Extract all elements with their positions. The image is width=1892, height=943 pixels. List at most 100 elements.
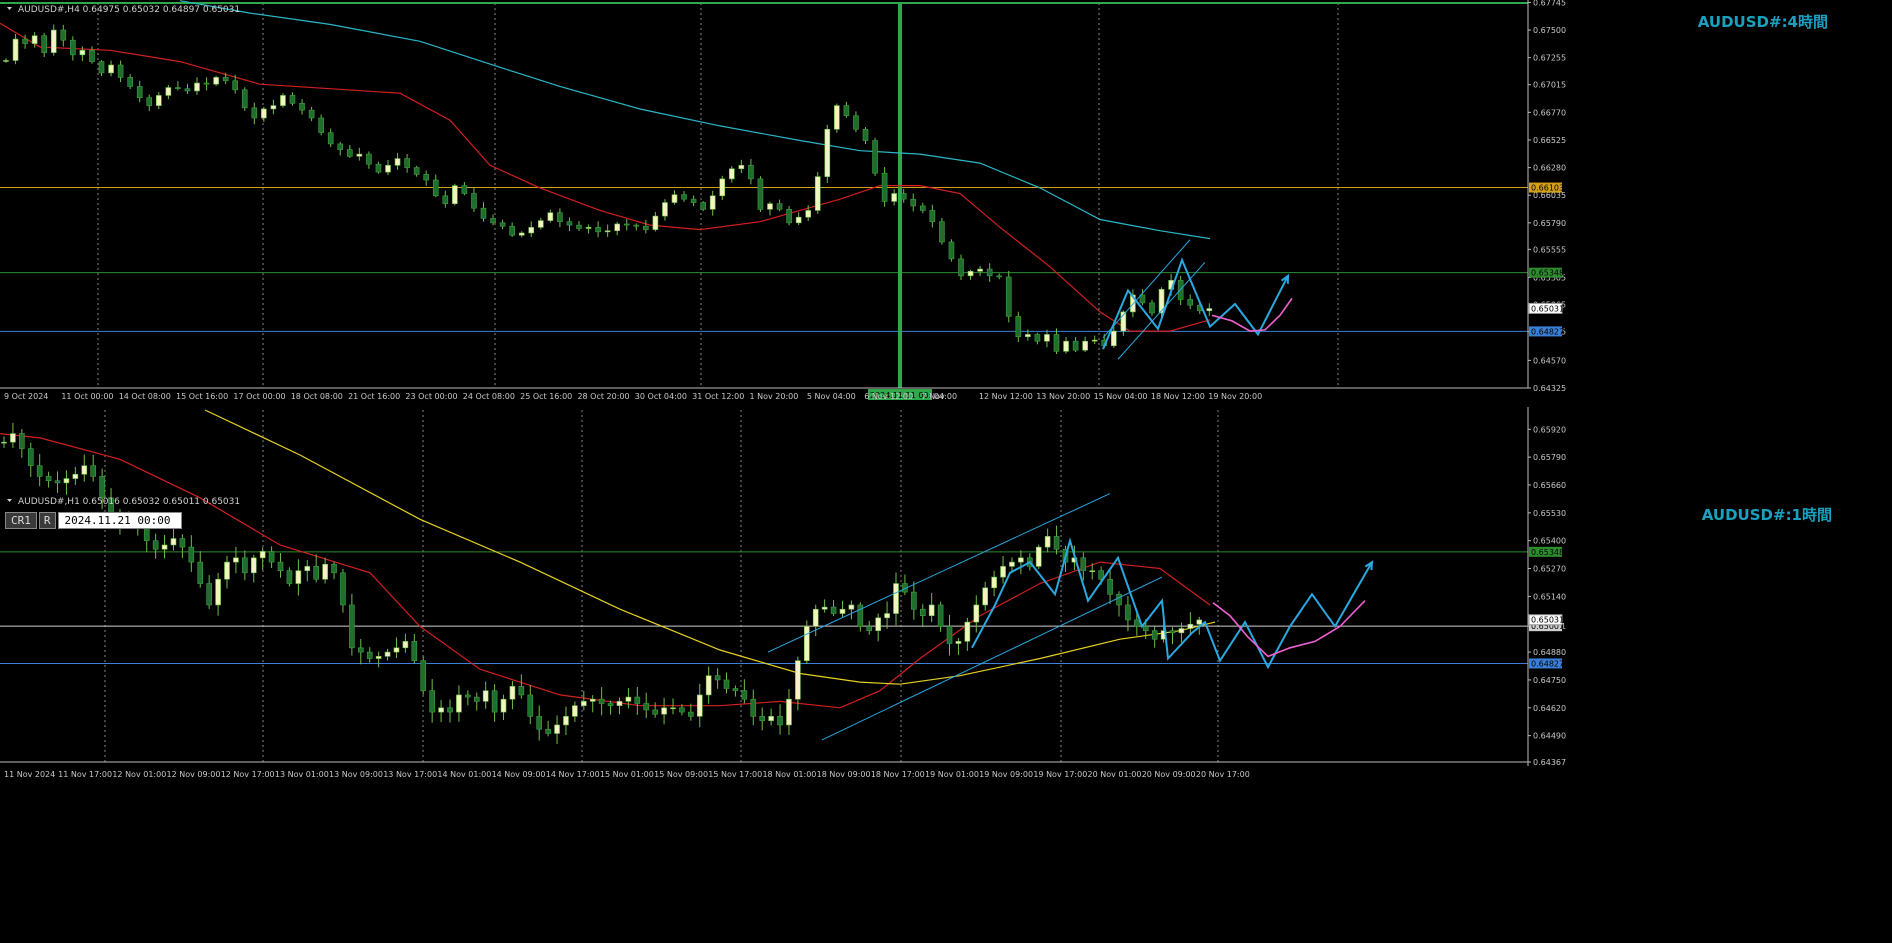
candle-bear — [919, 205, 926, 211]
price-tick-label: 0.67255 — [1533, 54, 1566, 63]
time-tick-label: 19 Nov 17:00 — [1033, 770, 1087, 779]
h1-collapse-icon[interactable] — [7, 499, 12, 502]
candle-bear — [1015, 316, 1022, 338]
candle-bear — [465, 694, 471, 698]
candle-bull — [194, 82, 200, 92]
candle-bear — [473, 696, 480, 702]
candle-bull — [10, 433, 16, 443]
candle-bear — [910, 198, 917, 207]
price-tick-label: 0.64490 — [1533, 732, 1566, 741]
candle-bear — [946, 626, 953, 644]
candle-bear — [843, 105, 850, 117]
h4-time-axis: 9 Oct 2024 11 Oct 00:00 14 Oct 08:00 15 Oct… — [4, 392, 1262, 401]
candle-bull — [165, 87, 172, 96]
candle-bull — [375, 656, 382, 659]
candle-bear — [881, 172, 888, 202]
date-input[interactable]: 2024.11.21 00:00 — [57, 512, 182, 529]
time-tick-label: 6 Nov 12:00 — [864, 392, 913, 401]
candle-bull — [625, 696, 632, 702]
candle-bear — [90, 465, 96, 477]
time-tick-label: 12 Nov 12:00 — [979, 392, 1033, 401]
candle-bear — [299, 103, 305, 111]
candle-bear — [277, 561, 284, 571]
candle-bear — [948, 241, 955, 260]
candle-bear — [89, 50, 95, 62]
candle-bull — [563, 716, 569, 726]
candle-bull — [589, 698, 596, 702]
price-tick-label: 0.65660 — [1533, 481, 1566, 490]
time-tick-label: 19 Nov 09:00 — [979, 770, 1033, 779]
candle-bull — [814, 176, 821, 211]
cr1-button[interactable]: CR1 — [5, 512, 37, 529]
candle-bear — [54, 480, 61, 484]
candle-bull — [991, 576, 997, 589]
price-tick-label: 0.64880 — [1533, 648, 1566, 657]
candle-bull — [1178, 628, 1185, 634]
candle-bull — [977, 268, 983, 272]
time-tick-label: 13 Nov 17:00 — [383, 770, 437, 779]
candle-bear — [776, 203, 783, 210]
candle-bear — [777, 716, 783, 726]
candle-bull — [1000, 566, 1006, 578]
candle-bear — [576, 224, 582, 229]
candle-bear — [357, 647, 364, 653]
price-tick-label: 0.64325 — [1533, 384, 1566, 393]
candle-bull — [3, 60, 9, 62]
candle-bear — [757, 178, 764, 210]
candle-bear — [527, 694, 534, 717]
candle-bear — [1169, 630, 1176, 634]
candle-bear — [1005, 276, 1012, 317]
candle-bear — [1139, 294, 1146, 304]
candle-bull — [79, 50, 86, 56]
candle-bull — [696, 694, 703, 717]
candle-bear — [331, 563, 337, 574]
candle-bull — [1063, 340, 1069, 352]
slow-moving-average — [179, 0, 1211, 240]
candle-bear — [491, 690, 498, 713]
candle-bull — [500, 698, 507, 713]
candle-bull — [224, 561, 230, 580]
price-tick-label: 0.64367 — [1533, 758, 1566, 767]
candle-bear — [1187, 299, 1193, 306]
candle-bull — [170, 538, 177, 546]
price-tick-label: 0.65790 — [1533, 453, 1566, 462]
candle-bull — [875, 617, 881, 631]
candle-bull — [964, 621, 971, 642]
candle-bull — [438, 707, 444, 713]
candle-bull — [1044, 536, 1051, 548]
candle-bull — [719, 178, 726, 197]
time-tick-label: 15 Oct 16:00 — [176, 392, 228, 401]
time-tick-label: 15 Nov 17:00 — [708, 770, 762, 779]
candle-bear — [286, 570, 293, 584]
candle-bear — [143, 527, 150, 541]
candle-bull — [261, 108, 267, 119]
h1-toolbar: CR1 R 2024.11.21 00:00 — [5, 512, 182, 529]
price-tick-label: 0.66525 — [1533, 136, 1566, 145]
time-tick-label: 15 Nov 04:00 — [1094, 392, 1148, 401]
candle-bear — [206, 583, 212, 606]
candle-bull — [1, 441, 7, 444]
candle-bull — [839, 608, 846, 614]
candle-bear — [1142, 626, 1149, 631]
h4-collapse-icon[interactable] — [7, 7, 12, 10]
candle-bear — [723, 679, 730, 689]
candle-bear — [447, 707, 453, 713]
candle-bull — [1187, 623, 1194, 629]
h4-horizontal-lines — [0, 187, 1528, 332]
chart-canvas: 2024.11.11 00:0004:00 0.677450.675000.67… — [0, 0, 1832, 779]
r-button[interactable]: R — [38, 512, 56, 529]
candle-bull — [456, 694, 462, 713]
candle-bull — [705, 675, 712, 696]
candle-bull — [161, 544, 168, 550]
candle-bear — [242, 557, 248, 574]
candle-bear — [1116, 593, 1122, 606]
candle-bear — [45, 476, 52, 481]
fast-moving-average — [0, 22, 1211, 332]
time-tick-label: 21 Oct 16:00 — [348, 392, 400, 401]
candle-bear — [152, 540, 159, 550]
time-tick-label: 11 Nov 17:00 — [58, 770, 112, 779]
candle-bear — [750, 698, 757, 717]
time-tick-label: 18 Nov 12:00 — [1151, 392, 1205, 401]
candle-bull — [955, 641, 962, 644]
candle-bear — [1034, 334, 1041, 342]
